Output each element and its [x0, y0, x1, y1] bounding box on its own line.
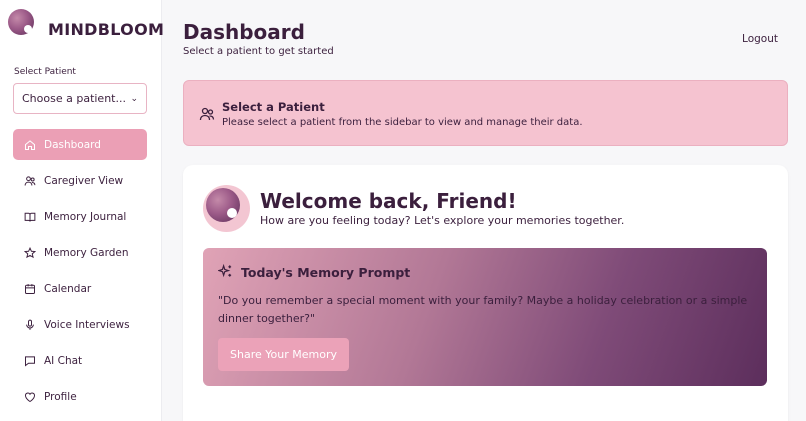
sidebar-item-ai-chat[interactable]: AI Chat — [13, 345, 147, 376]
sidebar-item-memory-journal[interactable]: Memory Journal — [13, 201, 147, 232]
sidebar-nav: Dashboard Caregiver View Memory Journal … — [13, 129, 147, 417]
avatar — [203, 185, 250, 232]
sidebar-item-label: Calendar — [44, 282, 92, 295]
sidebar-item-voice-interviews[interactable]: Voice Interviews — [13, 309, 147, 340]
heart-icon — [24, 391, 36, 403]
microphone-icon — [24, 319, 36, 331]
sidebar-item-profile[interactable]: Profile — [13, 381, 147, 412]
sidebar-item-label: Caregiver View — [44, 174, 124, 187]
sidebar-item-label: Dashboard — [44, 138, 101, 151]
people-icon — [24, 175, 36, 187]
people-icon — [199, 106, 215, 122]
logout-button[interactable]: Logout — [742, 33, 778, 45]
welcome-subtitle: How are you feeling today? Let's explore… — [260, 214, 625, 227]
alert-title: Select a Patient — [222, 100, 325, 114]
sidebar-item-caregiver-view[interactable]: Caregiver View — [13, 165, 147, 196]
logo-icon — [206, 188, 240, 222]
logo-icon — [8, 9, 34, 35]
sidebar-item-label: Memory Journal — [44, 210, 127, 223]
chat-icon — [24, 355, 36, 367]
sidebar-item-label: Memory Garden — [44, 246, 129, 259]
welcome-card: Welcome back, Friend! How are you feelin… — [183, 165, 788, 421]
sparkles-icon — [216, 263, 233, 279]
home-icon — [24, 139, 36, 151]
sidebar-item-calendar[interactable]: Calendar — [13, 273, 147, 304]
sidebar-item-label: AI Chat — [44, 354, 83, 367]
star-icon — [24, 246, 36, 259]
chevron-down-icon: ⌄ — [130, 93, 138, 104]
page-title: Dashboard — [183, 20, 305, 44]
share-memory-button[interactable]: Share Your Memory — [218, 338, 349, 371]
select-patient-label: Select Patient — [14, 67, 76, 77]
sidebar-item-label: Profile — [44, 390, 77, 403]
welcome-title: Welcome back, Friend! — [260, 189, 517, 213]
calendar-icon — [24, 283, 36, 295]
sidebar: MINDBLOOM Select Patient Choose a patien… — [0, 0, 165, 421]
patient-select-value: Choose a patient... — [22, 92, 126, 105]
memory-prompt-text: "Do you remember a special moment with y… — [218, 294, 748, 325]
alert-text: Please select a patient from the sidebar… — [222, 117, 583, 128]
page-subtitle: Select a patient to get started — [183, 46, 334, 57]
book-icon — [24, 211, 36, 223]
brand-name: MINDBLOOM — [48, 20, 165, 39]
memory-prompt-title: Today's Memory Prompt — [241, 265, 411, 280]
memory-prompt-panel: Today's Memory Prompt "Do you remember a… — [203, 248, 767, 386]
sidebar-item-memory-garden[interactable]: Memory Garden — [13, 237, 147, 268]
sidebar-item-label: Voice Interviews — [44, 318, 130, 331]
sidebar-item-dashboard[interactable]: Dashboard — [13, 129, 147, 160]
select-patient-alert: Select a Patient Please select a patient… — [183, 80, 788, 146]
patient-select[interactable]: Choose a patient... ⌄ — [13, 83, 147, 114]
